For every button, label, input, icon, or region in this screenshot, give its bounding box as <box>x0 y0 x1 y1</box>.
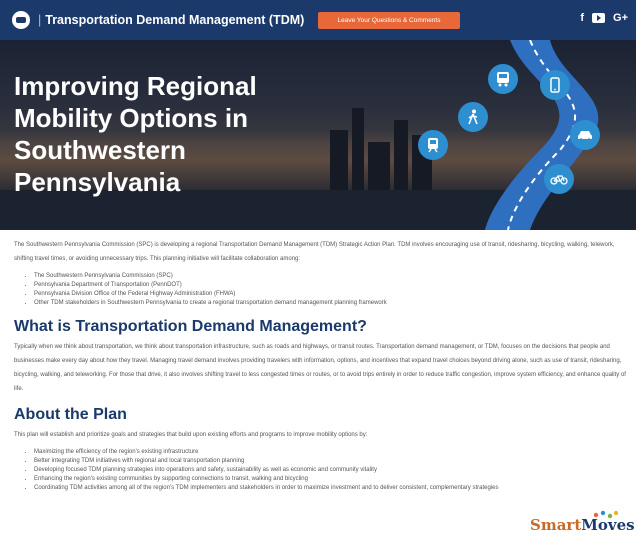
smartmoves-moves: Moves <box>581 516 635 534</box>
skyline-building <box>330 130 348 190</box>
hero-banner: Improving Regional Mobility Options in S… <box>0 40 636 230</box>
list-item: Pennsylvania Department of Transportatio… <box>34 281 626 290</box>
about-plan-heading: About the Plan <box>14 406 127 423</box>
comments-button[interactable]: Leave Your Questions & Comments <box>318 12 460 29</box>
list-item: Pennsylvania Division Office of the Fede… <box>34 290 626 299</box>
smartmoves-smart: Smart <box>530 516 582 534</box>
google-plus-icon[interactable]: G+ <box>613 12 628 24</box>
youtube-icon[interactable] <box>592 13 606 23</box>
stakeholder-list: The Southwestern Pennsylvania Commission… <box>34 272 626 308</box>
train-icon <box>418 130 448 160</box>
what-is-tdm-heading: What is Transportation Demand Management… <box>14 318 367 335</box>
site-header: | Transportation Demand Management (TDM) … <box>0 0 636 40</box>
skyline-building <box>368 142 390 190</box>
about-plan-paragraph: This plan will establish and prioritize … <box>14 432 368 438</box>
bicycle-icon <box>544 164 574 194</box>
car-icon <box>570 120 600 150</box>
list-item: Coordinating TDM activities among all of… <box>34 484 534 493</box>
pedestrian-icon <box>458 102 488 132</box>
plan-goals-list: Maximizing the efficiency of the region'… <box>34 448 534 493</box>
smartmoves-logo[interactable]: SmartMoves <box>518 510 635 546</box>
hero-title: Improving Regional Mobility Options in S… <box>14 71 257 197</box>
social-links: f G+ <box>580 12 628 24</box>
spc-logo-icon[interactable] <box>12 11 30 29</box>
smartphone-icon <box>540 70 570 100</box>
smartmoves-wordmark: SmartMoves <box>530 516 635 534</box>
list-item: Other TDM stakeholders in Southwestern P… <box>34 299 626 308</box>
list-item: Better integrating TDM initiatives with … <box>34 457 534 466</box>
list-item: Developing focused TDM planning strategi… <box>34 466 534 475</box>
site-title[interactable]: | Transportation Demand Management (TDM) <box>38 13 304 27</box>
what-is-tdm-paragraph: Typically when we think about transporta… <box>14 344 626 392</box>
bus-icon <box>488 64 518 94</box>
list-item: Maximizing the efficiency of the region'… <box>34 448 534 457</box>
list-item: Enhancing the region's existing communit… <box>34 475 534 484</box>
list-item: The Southwestern Pennsylvania Commission… <box>34 272 626 281</box>
skyline-building <box>394 120 408 190</box>
facebook-icon[interactable]: f <box>580 12 584 24</box>
skyline-building <box>352 108 364 190</box>
site-title-text: Transportation Demand Management (TDM) <box>45 13 305 27</box>
main-content: The Southwestern Pennsylvania Commission… <box>14 238 626 493</box>
intro-paragraph: The Southwestern Pennsylvania Commission… <box>14 242 615 262</box>
